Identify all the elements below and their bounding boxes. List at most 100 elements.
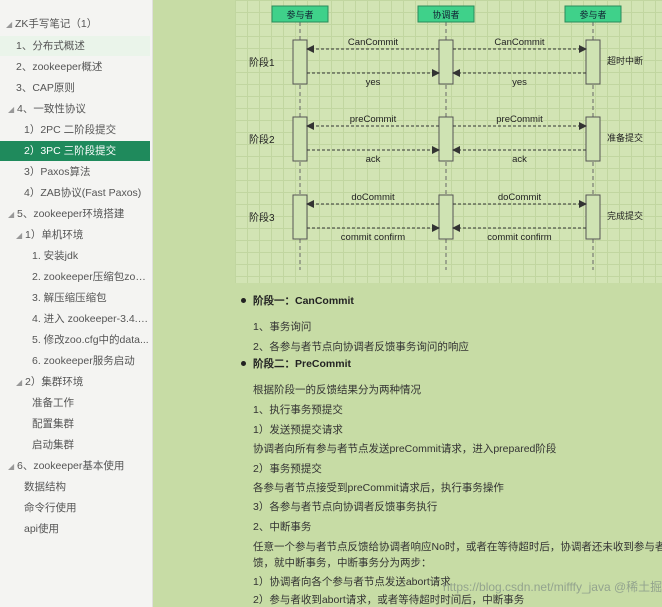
sidebar-item[interactable]: 命令行使用 <box>0 498 150 518</box>
sidebar-item-label: 1）2PC 二阶段提交 <box>24 124 117 136</box>
content-line: 1、事务询问 <box>253 321 312 333</box>
sidebar-outline: ◢ ZK手写笔记（1） 1、分布式概述 2、zookeeper概述 3、CAP原则 ◢ 4… <box>0 0 153 607</box>
content-line: 1、执行事务预提交 <box>253 404 343 416</box>
sidebar-item[interactable]: 5. 修改zoo.cfg中的data... <box>0 330 150 350</box>
content-line: 任意一个参与者节点反馈给协调者响应No时，或者在等待超时后，协调者还未收到参与者… <box>253 541 662 553</box>
sidebar-item[interactable]: 1）2PC 二阶段提交 <box>0 120 150 140</box>
sidebar-item-label: 4、一致性协议 <box>17 103 86 115</box>
bullet-icon <box>241 298 246 303</box>
activation-bar <box>585 194 601 240</box>
sidebar-item[interactable]: 1. 安装jdk <box>0 246 150 266</box>
activation-bar <box>438 39 454 85</box>
sidebar-title[interactable]: ◢ ZK手写笔记（1） <box>0 14 150 34</box>
activation-bar <box>438 194 454 240</box>
sidebar-item[interactable]: 启动集群 <box>0 435 150 455</box>
request-label: CanCommit <box>494 37 545 48</box>
sidebar-item[interactable]: 4. 进入 zookeeper-3.4.1... <box>0 309 150 329</box>
response-label: commit confirm <box>341 232 405 243</box>
sidebar-item[interactable]: 配置集群 <box>0 414 150 434</box>
request-label: preCommit <box>496 114 543 125</box>
activation-bar <box>292 116 308 162</box>
collapse-arrow-icon[interactable]: ◢ <box>16 226 25 245</box>
content-line: 各参与者节点接受到preCommit请求后，执行事务操作 <box>253 482 504 494</box>
participant-label: 协调者 <box>432 9 459 20</box>
sidebar-item-label: 3、CAP原则 <box>16 82 75 94</box>
sidebar-item-label: 3. 解压缩压缩包 <box>32 292 107 304</box>
sidebar-item[interactable]: 2. zookeeper压缩包zook... <box>0 267 150 287</box>
sidebar-item-label: 2）集群环境 <box>25 376 84 388</box>
sidebar-item[interactable]: ◢ 6、zookeeper基本使用 <box>0 456 150 476</box>
sidebar-item[interactable]: 3）Paxos算法 <box>0 162 150 182</box>
activation-bar <box>585 39 601 85</box>
activation-bar <box>438 116 454 162</box>
bullet-icon <box>241 361 246 366</box>
response-label: ack <box>512 154 527 165</box>
sidebar-item[interactable]: 6. zookeeper服务启动 <box>0 351 150 371</box>
sidebar-item-label: 启动集群 <box>32 439 74 451</box>
phase1-heading: 阶段一：CanCommit <box>253 295 354 307</box>
sidebar-item[interactable]: api使用 <box>0 519 150 539</box>
sidebar-item-label: 准备工作 <box>32 397 74 409</box>
sidebar-item[interactable]: 2）3PC 三阶段提交 <box>0 141 150 161</box>
sidebar-item-label: 6、zookeeper基本使用 <box>17 460 125 472</box>
sidebar-item-label: 命令行使用 <box>24 502 77 514</box>
collapse-arrow-icon[interactable]: ◢ <box>8 205 17 224</box>
sidebar-item[interactable]: ◢ 4、一致性协议 <box>0 99 150 119</box>
sidebar-item-label: 1、分布式概述 <box>16 40 85 52</box>
sidebar-item[interactable]: 3、CAP原则 <box>0 78 150 98</box>
phase-label: 阶段3 <box>249 211 275 224</box>
participant-label: 参与者 <box>579 9 606 20</box>
sidebar-item[interactable]: 4）ZAB协议(Fast Paxos) <box>0 183 150 203</box>
sidebar-item-label: 6. zookeeper服务启动 <box>32 355 135 367</box>
sidebar-item-label: 4. 进入 zookeeper-3.4.1... <box>32 313 150 325</box>
phase-label: 阶段1 <box>249 56 275 69</box>
sidebar-item-label: 2、zookeeper概述 <box>16 61 103 73</box>
sidebar-title-label: ZK手写笔记（1） <box>15 18 98 30</box>
request-label: preCommit <box>350 114 397 125</box>
sidebar-item[interactable]: 准备工作 <box>0 393 150 413</box>
sidebar-item[interactable]: 3. 解压缩压缩包 <box>0 288 150 308</box>
sidebar-item-label: 1. 安装jdk <box>32 250 79 262</box>
sidebar-item[interactable]: ◢ 5、zookeeper环境搭建 <box>0 204 150 224</box>
participant-label: 参与者 <box>286 9 313 20</box>
sidebar-item-label: 4）ZAB协议(Fast Paxos) <box>24 187 142 199</box>
content-line: 1）协调者向各个参与者节点发送abort请求 <box>253 576 451 588</box>
response-label: commit confirm <box>487 232 551 243</box>
sidebar-item-label: 3）Paxos算法 <box>24 166 91 178</box>
sidebar-item-label: 5. 修改zoo.cfg中的data... <box>32 334 149 346</box>
content-line: 3）各参与者节点向协调者反馈事务执行 <box>253 501 438 513</box>
sidebar-item-label: 配置集群 <box>32 418 74 430</box>
sidebar-item[interactable]: 1、分布式概述 <box>0 36 150 56</box>
collapse-arrow-icon[interactable]: ◢ <box>16 373 25 392</box>
sidebar-item[interactable]: ◢ 2）集群环境 <box>0 372 150 392</box>
content-line: 2、中断事务 <box>253 521 312 533</box>
phase-note: 准备提交 <box>607 132 643 143</box>
phase-label: 阶段2 <box>249 133 275 146</box>
activation-bar <box>292 194 308 240</box>
sidebar-item[interactable]: 2、zookeeper概述 <box>0 57 150 77</box>
phase-note: 超时中断 <box>607 55 643 66</box>
watermark: https://blog.csdn.net/mifffy_java @稀土掘金技… <box>443 580 662 594</box>
request-label: doCommit <box>351 192 395 203</box>
sidebar-item[interactable]: ◢ 1）单机环境 <box>0 225 150 245</box>
sidebar-item-label: 2. zookeeper压缩包zook... <box>32 271 150 283</box>
content-line: 2、各参与者节点向协调者反馈事务询问的响应 <box>253 341 469 353</box>
phase-note: 完成提交 <box>607 210 643 221</box>
sidebar-item[interactable]: 数据结构 <box>0 477 150 497</box>
phase2-heading: 阶段二：PreCommit <box>253 358 352 370</box>
sidebar-item-label: 5、zookeeper环境搭建 <box>17 208 125 220</box>
collapse-arrow-icon[interactable]: ◢ <box>8 100 17 119</box>
note-content-area: 参与者 协调者 参与者阶段1 超时中断 CanCommit CanCommit yes yes… <box>153 0 662 607</box>
content-line: 1）发送预提交请求 <box>253 424 343 436</box>
content-line: 根据阶段一的反馈结果分为两种情况 <box>253 384 421 396</box>
sidebar-item-label: 1）单机环境 <box>25 229 84 241</box>
response-label: ack <box>366 154 381 165</box>
content-line: 馈，就中断事务，中断事务分为两步： <box>253 557 432 569</box>
request-label: CanCommit <box>348 37 399 48</box>
sequence-diagram: 参与者 协调者 参与者阶段1 超时中断 CanCommit CanCommit yes yes… <box>235 0 662 283</box>
response-label: yes <box>366 77 381 88</box>
collapse-arrow-icon[interactable]: ◢ <box>8 457 17 476</box>
collapse-arrow-icon[interactable]: ◢ <box>6 15 15 34</box>
sequence-diagram-svg: 参与者 协调者 参与者阶段1 超时中断 CanCommit CanCommit yes yes… <box>249 5 643 270</box>
response-label: yes <box>512 77 527 88</box>
